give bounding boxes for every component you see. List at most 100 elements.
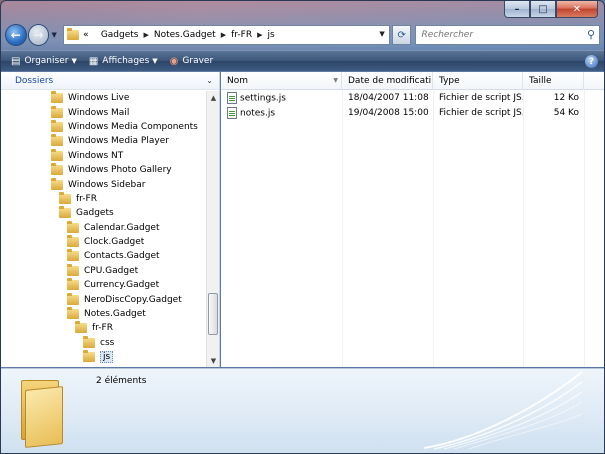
folder-tree-label: Windows Media Player — [68, 136, 169, 147]
folder-tree-item[interactable]: Calendar.Gadget — [1, 220, 205, 235]
folder-tree-item[interactable]: Windows Media Components — [1, 119, 205, 134]
folder-tree-label: Windows Photo Gallery — [68, 165, 172, 176]
folder-tree-label: Clock.Gadget — [84, 237, 145, 248]
organize-button[interactable]: ▤ Organiser ▼ — [11, 56, 77, 67]
folder-tree-item[interactable]: js — [1, 350, 205, 364]
folder-tree-item[interactable]: fr-FR — [1, 191, 205, 206]
folder-icon — [51, 148, 63, 161]
back-arrow-icon: ← — [10, 28, 21, 42]
folder-tree-item[interactable]: Windows Photo Gallery — [1, 163, 205, 177]
column-name-label: Nom — [227, 76, 249, 86]
column-headers: Nom ▼ Date de modificati... Type Taille — [221, 72, 604, 90]
folder-tree-item[interactable]: Gadgets — [1, 206, 205, 220]
search-icon[interactable]: ⚲ — [587, 28, 595, 41]
crumb-fr-fr[interactable]: fr-FR — [231, 30, 252, 40]
organize-label: Organiser — [24, 56, 69, 66]
folder-tree-item[interactable]: CPU.Gadget — [1, 263, 205, 278]
column-name[interactable]: Nom ▼ — [221, 72, 342, 90]
folder-tree-item[interactable]: css — [1, 335, 205, 350]
chevron-down-icon[interactable]: ⌄ — [206, 76, 213, 85]
crumb-gadgets[interactable]: Gadgets — [101, 30, 139, 40]
burn-button[interactable]: ◉ Graver — [170, 56, 214, 67]
file-name-cell: notes.js — [221, 106, 342, 119]
file-date-cell: 18/04/2007 11:08 — [342, 93, 433, 103]
burn-disc-icon: ◉ — [169, 55, 179, 67]
column-size-label: Taille — [529, 76, 552, 86]
crumb-notes-gadget[interactable]: Notes.Gadget — [154, 30, 216, 40]
explorer-window: – □ ✕ ← → ▼ « Gadgets ▶ Notes.Gadget ▶ f… — [0, 0, 605, 454]
folder-icon — [83, 350, 95, 363]
folder-tree-item[interactable]: Contacts.Gadget — [1, 249, 205, 263]
views-icon: ▦ — [88, 55, 99, 67]
views-button[interactable]: ▦ Affichages ▼ — [89, 56, 158, 67]
folder-tree-item[interactable]: Clock.Gadget — [1, 235, 205, 249]
minimize-button[interactable]: – — [504, 1, 530, 18]
folder-tree-item[interactable]: Windows Mail — [1, 105, 205, 119]
decorative-swoosh — [423, 371, 583, 450]
command-bar: ▤ Organiser ▼ ▦ Affichages ▼ ◉ Graver ? — [1, 50, 604, 71]
address-bar[interactable]: « Gadgets ▶ Notes.Gadget ▶ fr-FR ▶ js ▼ — [63, 25, 390, 45]
file-size-cell-text: 12 Ko — [553, 93, 579, 104]
folder-tree-item[interactable]: Windows NT — [1, 148, 205, 163]
file-type-cell: Fichier de script JS... — [433, 93, 523, 103]
folder-icon — [75, 321, 87, 334]
file-size-cell: 54 Ko — [523, 108, 584, 118]
forward-button[interactable]: → — [27, 24, 50, 46]
file-name-cell-text: notes.js — [240, 108, 276, 119]
column-date[interactable]: Date de modificati... — [342, 72, 433, 90]
chevron-right-icon[interactable]: ▶ — [257, 31, 262, 39]
folder-tree-item[interactable]: Windows Media Player — [1, 134, 205, 148]
caption-buttons: – □ ✕ — [504, 1, 598, 19]
folder-tree-label: Contacts.Gadget — [84, 251, 160, 262]
help-button[interactable]: ? — [585, 55, 598, 68]
folder-tree-label: Windows Media Components — [68, 121, 198, 132]
chevron-down-icon: ▼ — [71, 57, 77, 65]
folder-tree-label: Calendar.Gadget — [84, 222, 160, 233]
address-dropdown-icon[interactable]: ▼ — [379, 30, 384, 38]
search-box[interactable]: ⚲ — [415, 25, 601, 45]
folder-tree-item[interactable]: fr-FR — [1, 321, 205, 335]
folder-tree-label: css — [100, 337, 115, 348]
folder-tree-item[interactable]: Notes.Gadget — [1, 307, 205, 321]
scroll-down-icon[interactable]: ▼ — [207, 354, 220, 367]
file-name-cell: settings.js — [221, 92, 342, 105]
burn-label: Graver — [182, 56, 214, 66]
chevron-right-icon[interactable]: ▶ — [143, 31, 148, 39]
folder-icon — [67, 28, 80, 40]
scrollbar-thumb[interactable] — [208, 293, 218, 335]
crumb-js[interactable]: js — [267, 30, 274, 40]
folder-tree-label: Notes.Gadget — [84, 309, 146, 320]
search-input[interactable] — [421, 30, 582, 40]
js-file-icon — [227, 92, 237, 105]
folder-tree-item[interactable]: NeroDiscCopy.Gadget — [1, 292, 205, 306]
folder-tree-label: fr-FR — [92, 323, 113, 334]
folder-tree-label: Windows NT — [68, 150, 124, 161]
file-row[interactable]: notes.js 19/04/2008 15:00 Fichier de scrip… — [221, 106, 604, 121]
help-icon: ? — [588, 56, 595, 67]
breadcrumb-overflow[interactable]: « — [83, 30, 89, 40]
large-folder-icon — [19, 374, 65, 448]
close-button[interactable]: ✕ — [556, 1, 598, 18]
chevron-right-icon[interactable]: ▶ — [221, 31, 226, 39]
folder-icon — [59, 191, 71, 204]
folders-scrollbar[interactable]: ▲ ▼ — [206, 91, 219, 367]
folder-tree-label: Windows Mail — [68, 107, 130, 118]
folder-icon — [67, 292, 79, 305]
column-size[interactable]: Taille — [523, 72, 584, 90]
folder-tree-item[interactable]: Currency.Gadget — [1, 278, 205, 292]
folder-tree-item[interactable]: Windows Live — [1, 91, 205, 105]
folders-pane-header[interactable]: Dossiers ⌄ — [1, 72, 219, 90]
folder-icon — [59, 206, 71, 219]
scroll-up-icon[interactable]: ▲ — [207, 91, 220, 104]
file-row[interactable]: settings.js 18/04/2007 11:08 Fichier de sc… — [221, 91, 604, 106]
maximize-button[interactable]: □ — [530, 1, 556, 18]
recent-pages-dropdown[interactable]: ▼ — [49, 31, 59, 39]
file-list-pane: Nom ▼ Date de modificati... Type Taille s… — [221, 72, 604, 367]
refresh-button[interactable]: ⟳ — [391, 25, 412, 45]
back-button[interactable]: ← — [5, 24, 27, 46]
folder-icon — [67, 278, 79, 291]
file-name-cell-text: settings.js — [240, 93, 286, 104]
folder-tree-item[interactable]: Windows Sidebar — [1, 177, 205, 191]
column-type[interactable]: Type — [433, 72, 523, 90]
chevron-down-icon[interactable]: ▼ — [333, 77, 338, 84]
